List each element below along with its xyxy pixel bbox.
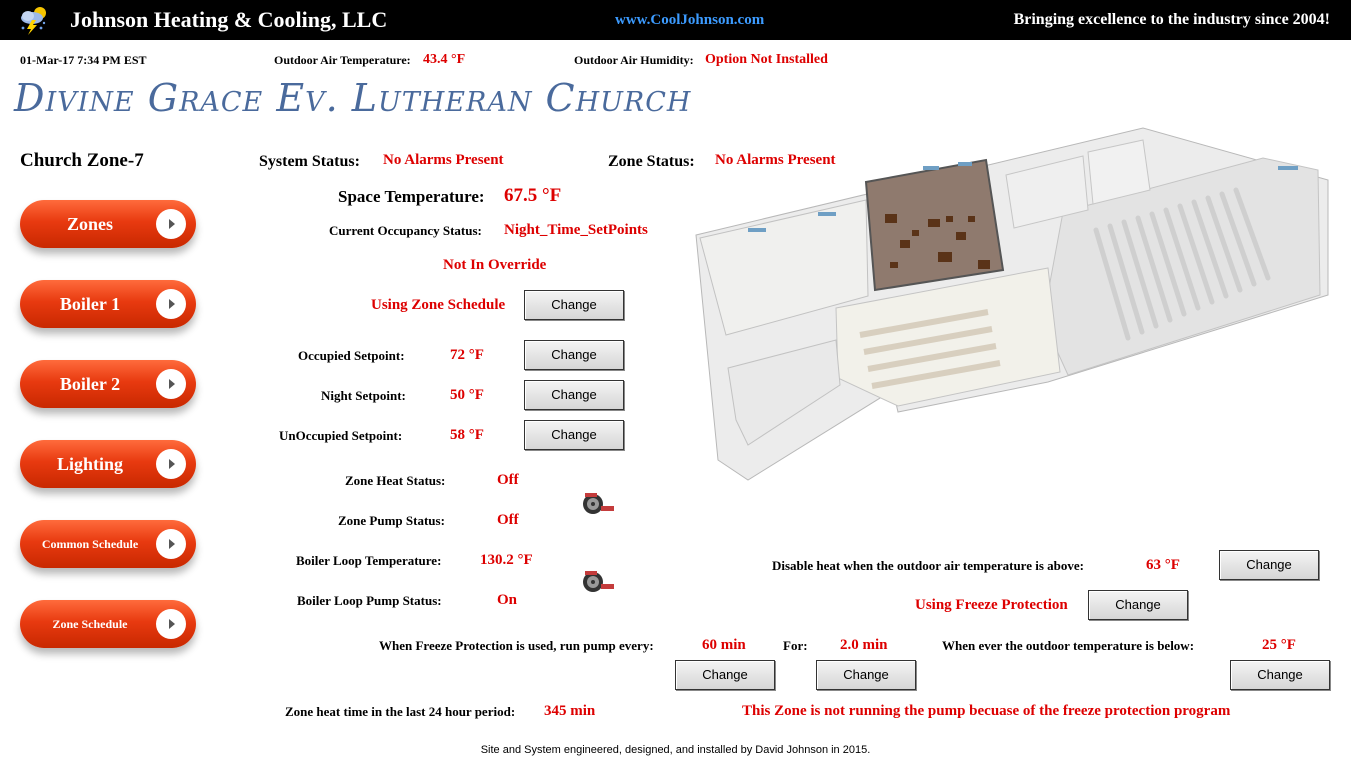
outdoor-air-temperature-value: 43.4 °F bbox=[423, 52, 466, 67]
space-temperature-value: 67.5 °F bbox=[504, 185, 562, 206]
boiler-loop-pump-status-value: On bbox=[497, 592, 518, 608]
nav-label: Common Schedule bbox=[41, 537, 139, 551]
unoccupied-setpoint-label: UnOccupied Setpoint: bbox=[279, 428, 403, 443]
unoccupied-setpoint-value: 58 °F bbox=[450, 427, 484, 443]
zone-heat-time-label: Zone heat time in the last 24 hour perio… bbox=[285, 704, 516, 719]
outdoor-air-humidity-value: Option Not Installed bbox=[705, 52, 828, 67]
change-freeze-protection-button[interactable]: Change bbox=[1088, 590, 1188, 620]
freeze-run-interval-value: 60 min bbox=[702, 637, 746, 653]
nav-label: Boiler 1 bbox=[59, 294, 121, 314]
zone-pump-icon bbox=[576, 492, 616, 516]
zone-status-label: Zone Status: bbox=[608, 153, 695, 170]
site-title: Divine Grace Ev. Lutheran Church bbox=[14, 76, 692, 120]
system-status-value: No Alarms Present bbox=[383, 152, 504, 168]
boiler-loop-pump-status-label: Boiler Loop Pump Status: bbox=[297, 593, 442, 608]
boiler-loop-pump-icon bbox=[576, 570, 616, 594]
disable-heat-value: 63 °F bbox=[1146, 557, 1180, 573]
system-status-label: System Status: bbox=[259, 153, 360, 170]
header-bar: Johnson Heating & Cooling, LLC www.CoolJ… bbox=[0, 0, 1351, 40]
space-temperature-label: Space Temperature: bbox=[338, 187, 485, 206]
arrow-right-icon bbox=[156, 289, 186, 319]
override-status: Not In Override bbox=[443, 257, 547, 273]
zone-title: Church Zone-7 bbox=[20, 150, 144, 171]
zone-heat-status-label: Zone Heat Status: bbox=[345, 473, 446, 488]
freeze-threshold-value: 25 °F bbox=[1262, 637, 1296, 653]
schedule-status: Using Zone Schedule bbox=[371, 297, 506, 313]
outdoor-air-humidity-label: Outdoor Air Humidity: bbox=[574, 53, 694, 67]
boiler-loop-temperature-value: 130.2 °F bbox=[480, 552, 533, 568]
freeze-run-interval-label: When Freeze Protection is used, run pump… bbox=[379, 638, 654, 653]
nav-lighting-button[interactable]: Lighting bbox=[20, 440, 196, 488]
date-time: 01-Mar-17 7:34 PM EST bbox=[20, 53, 147, 67]
nav-zone-schedule-button[interactable]: Zone Schedule bbox=[20, 600, 196, 648]
zone-pump-status-value: Off bbox=[497, 512, 519, 528]
arrow-right-icon bbox=[156, 209, 186, 239]
change-schedule-button[interactable]: Change bbox=[524, 290, 624, 320]
freeze-protection-message: This Zone is not running the pump becuas… bbox=[742, 703, 1231, 719]
company-slogan: Bringing excellence to the industry sinc… bbox=[1013, 11, 1330, 28]
nav-common-schedule-button[interactable]: Common Schedule bbox=[20, 520, 196, 568]
website-link[interactable]: www.CoolJohnson.com bbox=[615, 12, 764, 29]
outdoor-air-temperature-label: Outdoor Air Temperature: bbox=[274, 53, 411, 67]
nav-label: Boiler 2 bbox=[59, 374, 121, 394]
zone-heat-time-value: 345 min bbox=[544, 703, 596, 719]
change-run-duration-button[interactable]: Change bbox=[816, 660, 916, 690]
zone-heat-status-value: Off bbox=[497, 472, 519, 488]
change-unoccupied-setpoint-button[interactable]: Change bbox=[524, 420, 624, 450]
arrow-right-icon bbox=[156, 369, 186, 399]
freeze-run-duration-value: 2.0 min bbox=[840, 637, 888, 653]
freeze-run-duration-label: For: bbox=[783, 638, 808, 653]
change-occupied-setpoint-button[interactable]: Change bbox=[524, 340, 624, 370]
change-freeze-threshold-button[interactable]: Change bbox=[1230, 660, 1330, 690]
occupied-setpoint-value: 72 °F bbox=[450, 347, 484, 363]
occupancy-status-value: Night_Time_SetPoints bbox=[504, 222, 648, 238]
arrow-right-icon bbox=[156, 449, 186, 479]
nav-zones-button[interactable]: Zones bbox=[20, 200, 196, 248]
nav-label: Zone Schedule bbox=[52, 617, 128, 631]
nav-label: Zones bbox=[66, 214, 113, 234]
occupancy-status-label: Current Occupancy Status: bbox=[329, 223, 482, 238]
change-night-setpoint-button[interactable]: Change bbox=[524, 380, 624, 410]
floor-plan-image bbox=[688, 120, 1338, 494]
arrow-right-icon bbox=[156, 529, 186, 559]
change-disable-heat-button[interactable]: Change bbox=[1219, 550, 1319, 580]
weather-lightning-icon bbox=[18, 4, 50, 36]
nav-label: Lighting bbox=[56, 454, 124, 474]
freeze-protection-status: Using Freeze Protection bbox=[915, 597, 1068, 613]
occupied-setpoint-label: Occupied Setpoint: bbox=[298, 348, 405, 363]
nav-boiler-2-button[interactable]: Boiler 2 bbox=[20, 360, 196, 408]
nav-boiler-1-button[interactable]: Boiler 1 bbox=[20, 280, 196, 328]
company-name: Johnson Heating & Cooling, LLC bbox=[70, 7, 388, 32]
freeze-threshold-label: When ever the outdoor temperature is bel… bbox=[942, 638, 1195, 653]
zone-pump-status-label: Zone Pump Status: bbox=[338, 513, 445, 528]
footer-credit: Site and System engineered, designed, an… bbox=[480, 744, 871, 756]
night-setpoint-label: Night Setpoint: bbox=[321, 388, 406, 403]
arrow-right-icon bbox=[156, 609, 186, 639]
boiler-loop-temperature-label: Boiler Loop Temperature: bbox=[296, 553, 442, 568]
night-setpoint-value: 50 °F bbox=[450, 387, 484, 403]
disable-heat-label: Disable heat when the outdoor air temper… bbox=[772, 558, 1084, 573]
change-run-interval-button[interactable]: Change bbox=[675, 660, 775, 690]
